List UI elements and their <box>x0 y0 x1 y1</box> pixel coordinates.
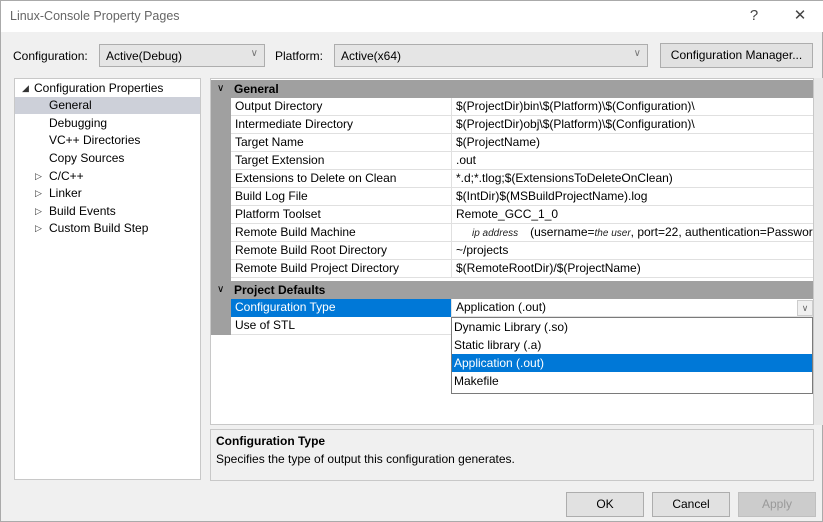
expand-triangle-icon: ▷ <box>35 223 42 233</box>
value-text: , port=22, authentication=Passworc <box>630 225 814 239</box>
tree-item-custom-build-step[interactable]: ▷ Custom Build Step <box>35 220 149 237</box>
property-row[interactable]: Intermediate Directory $(ProjectDir)obj\$… <box>231 116 813 134</box>
platform-select[interactable]: Active(x64) ∨ <box>334 44 648 67</box>
property-name: Build Log File <box>231 188 452 206</box>
section-title: General <box>234 82 279 96</box>
grid-gutter <box>211 299 231 335</box>
property-name: Remote Build Project Directory <box>231 260 452 278</box>
chevron-down-icon: ∨ <box>217 83 225 94</box>
property-value[interactable]: ~/projects <box>453 242 813 260</box>
property-row[interactable]: Target Extension .out <box>231 152 813 170</box>
expand-triangle-icon: ▷ <box>35 188 42 198</box>
property-name: Use of STL <box>231 317 452 335</box>
cancel-button[interactable]: Cancel <box>652 492 730 517</box>
dropdown-option[interactable]: Makefile <box>452 372 812 390</box>
property-value[interactable]: $(ProjectDir)bin\$(Platform)\$(Configura… <box>453 98 813 116</box>
property-name: Configuration Type <box>231 299 452 317</box>
tree-item-build-events[interactable]: ▷ Build Events <box>35 203 116 220</box>
property-row[interactable]: Output Directory $(ProjectDir)bin\$(Platf… <box>231 98 813 116</box>
property-row[interactable]: Build Log File $(IntDir)$(MSBuildProjectN… <box>231 188 813 206</box>
tree-item-label: Build Events <box>49 204 116 218</box>
property-name: Output Directory <box>231 98 452 116</box>
configuration-label: Configuration: <box>13 49 88 63</box>
chevron-down-icon: ∨ <box>633 48 641 59</box>
dropdown-option[interactable]: Static library (.a) <box>452 336 812 354</box>
description-text: Specifies the type of output this config… <box>216 452 515 466</box>
platform-value: Active(x64) <box>341 49 402 63</box>
property-value[interactable]: $(IntDir)$(MSBuildProjectName).log <box>453 188 813 206</box>
dropdown-option[interactable]: Dynamic Library (.so) <box>452 318 812 336</box>
expand-triangle-icon: ▷ <box>35 171 42 181</box>
apply-button[interactable]: Apply <box>738 492 816 517</box>
configuration-type-select[interactable]: Application (.out) <box>453 299 813 317</box>
platform-label: Platform: <box>275 49 324 63</box>
ip-placeholder: ip address <box>472 228 519 239</box>
ok-button[interactable]: OK <box>566 492 644 517</box>
grid-scrollbar[interactable] <box>814 78 823 425</box>
property-row[interactable]: Target Name $(ProjectName) <box>231 134 813 152</box>
property-row[interactable]: Platform Toolset Remote_GCC_1_0 <box>231 206 813 224</box>
value-text: (username= <box>530 225 595 239</box>
tree-item-linker[interactable]: ▷ Linker <box>35 185 82 202</box>
property-tree[interactable]: ◢ Configuration Properties General Debugg… <box>14 78 201 480</box>
property-name: Target Extension <box>231 152 452 170</box>
description-title: Configuration Type <box>216 434 326 448</box>
user-placeholder: the user <box>594 228 631 239</box>
section-title: Project Defaults <box>234 283 326 297</box>
expand-triangle-icon: ▷ <box>35 206 42 216</box>
chevron-down-icon[interactable]: ∨ <box>797 300 813 316</box>
property-row[interactable]: Remote Build Machine ip address (username=… <box>231 224 814 242</box>
chevron-down-icon: ∨ <box>250 48 258 59</box>
configuration-value: Active(Debug) <box>106 49 183 63</box>
collapse-triangle-icon: ◢ <box>22 83 29 93</box>
property-row-selected[interactable]: Configuration Type Application (.out) <box>231 299 813 317</box>
property-value[interactable]: .out <box>453 152 813 170</box>
tree-item-configuration-properties[interactable]: ◢ Configuration Properties <box>22 80 164 97</box>
property-value[interactable]: ip address (username=the user, port=22, a… <box>453 224 814 242</box>
property-value[interactable]: $(ProjectName) <box>453 134 813 152</box>
chevron-down-icon: ∨ <box>217 284 225 295</box>
property-name: Platform Toolset <box>231 206 452 224</box>
tree-item-cpp[interactable]: ▷ C/C++ <box>35 168 84 185</box>
tree-item-label: Custom Build Step <box>49 221 149 235</box>
tree-item-label: Configuration Properties <box>34 81 164 95</box>
property-name: Extensions to Delete on Clean <box>231 170 452 188</box>
property-name: Intermediate Directory <box>231 116 452 134</box>
tree-item-general[interactable]: General <box>15 97 200 114</box>
property-row[interactable]: Extensions to Delete on Clean *.d;*.tlog;… <box>231 170 813 188</box>
property-value[interactable]: *.d;*.tlog;$(ExtensionsToDeleteOnClean) <box>453 170 813 188</box>
tree-item-vc-directories[interactable]: VC++ Directories <box>49 132 140 149</box>
window-title: Linux-Console Property Pages <box>10 9 180 23</box>
configuration-manager-button[interactable]: Configuration Manager... <box>660 43 813 68</box>
property-row[interactable]: Remote Build Project Directory $(RemoteRo… <box>231 260 813 278</box>
grid-gutter <box>211 98 231 282</box>
tree-item-debugging[interactable]: Debugging <box>49 115 107 132</box>
help-button[interactable]: ? <box>739 5 769 27</box>
property-value[interactable]: $(RemoteRootDir)/$(ProjectName) <box>453 260 813 278</box>
property-name: Remote Build Machine <box>231 224 452 242</box>
section-project-defaults[interactable]: ∨ Project Defaults <box>211 281 813 299</box>
property-name: Target Name <box>231 134 452 152</box>
property-value[interactable]: Remote_GCC_1_0 <box>453 206 813 224</box>
tree-item-label: Linker <box>49 186 82 200</box>
close-button[interactable]: ✕ <box>785 5 815 27</box>
property-row[interactable]: Remote Build Root Directory ~/projects <box>231 242 813 260</box>
section-general[interactable]: ∨ General <box>211 80 813 98</box>
dropdown-option-highlighted[interactable]: Application (.out) <box>452 354 812 372</box>
tree-item-copy-sources[interactable]: Copy Sources <box>49 150 124 167</box>
property-name: Remote Build Root Directory <box>231 242 452 260</box>
property-value[interactable]: $(ProjectDir)obj\$(Platform)\$(Configura… <box>453 116 813 134</box>
tree-item-label: C/C++ <box>49 169 84 183</box>
configuration-select[interactable]: Active(Debug) ∨ <box>99 44 265 67</box>
configuration-type-dropdown[interactable]: Dynamic Library (.so) Static library (.a… <box>451 317 813 394</box>
description-panel: Configuration Type Specifies the type of… <box>210 429 814 481</box>
